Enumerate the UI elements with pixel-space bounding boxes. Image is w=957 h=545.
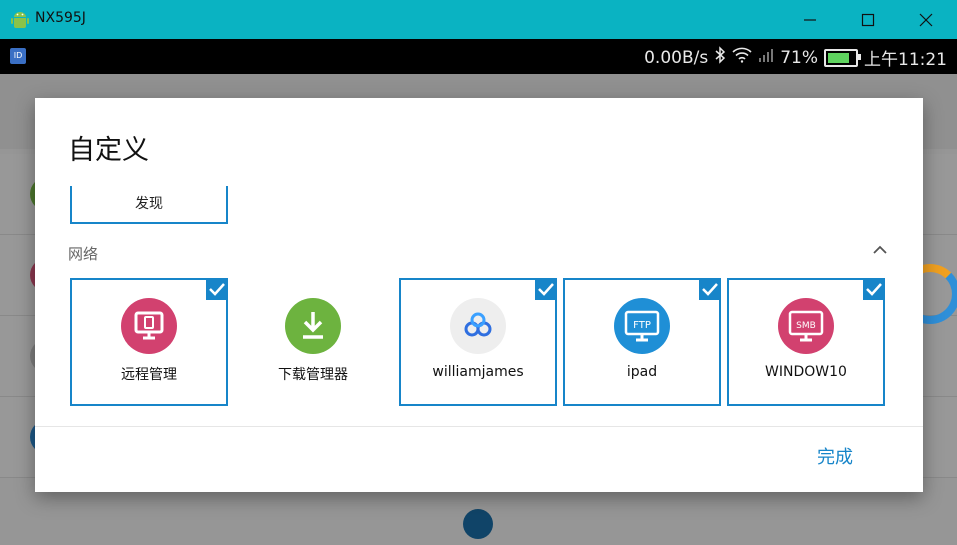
battery-icon [824,48,861,67]
tile-label: 下载管理器 [278,367,348,383]
tile-label: 发现 [135,196,163,212]
checkmark-icon [699,278,721,300]
tile-label: ipad [626,364,658,380]
battery-fill [828,52,850,63]
tile-label: williamjames [432,364,524,380]
android-icon [11,10,29,34]
done-button[interactable]: 完成 [795,440,875,476]
status-bar: ID 0.00B/s 71% 上午11:21 [0,39,957,74]
close-button[interactable] [914,8,938,32]
dialog-scroll-area[interactable]: 发现 网络 远程管理 下载管理器 williamjames FTP ipad S… [35,186,923,426]
download-icon [285,298,341,354]
window-titlebar: NX595J [0,0,957,39]
network-speed: 0.00B/s [644,47,709,68]
minimize-button[interactable] [798,8,822,32]
section-label: 网络 [68,245,99,263]
svg-text:SMB: SMB [796,321,816,331]
wifi-icon [732,47,752,68]
notification-icon: ID [10,48,26,64]
clock: 上午11:21 [864,50,947,70]
divider [35,426,923,427]
customize-dialog: 自定义 发现 网络 远程管理 下载管理器 williamjames FTP ip… [35,98,923,492]
ftp-monitor-icon: FTP [614,298,670,354]
smb-monitor-icon: SMB [778,298,834,354]
dialog-title: 自定义 [68,135,149,166]
tile-ipad[interactable]: FTP ipad [563,278,721,406]
signal-icon [758,47,774,68]
tile-williamjames[interactable]: williamjames [399,278,557,406]
maximize-button[interactable] [856,8,880,32]
checkmark-icon [863,278,885,300]
tile-window10[interactable]: SMB WINDOW10 [727,278,885,406]
tile-label: 远程管理 [121,367,177,383]
remote-monitor-icon [121,298,177,354]
battery-percent: 71% [780,47,818,68]
status-right: 0.00B/s 71% 上午11:21 [644,45,947,70]
bluetooth-icon [714,46,726,69]
tile-remote-management[interactable]: 远程管理 [70,278,228,406]
checkmark-icon [535,278,557,300]
chevron-up-icon[interactable] [871,241,889,259]
baidu-cloud-icon [450,298,506,354]
tile-download-manager[interactable]: 下载管理器 [234,278,392,406]
tile-label: WINDOW10 [765,364,847,380]
window-title: NX595J [35,10,86,26]
svg-text:FTP: FTP [633,320,651,331]
checkmark-icon [206,278,228,300]
tile-discover[interactable]: 发现 [70,186,228,224]
phone-screen: ID 0.00B/s 71% 上午11:21 下载 ⋮ ⋮ [0,39,957,545]
